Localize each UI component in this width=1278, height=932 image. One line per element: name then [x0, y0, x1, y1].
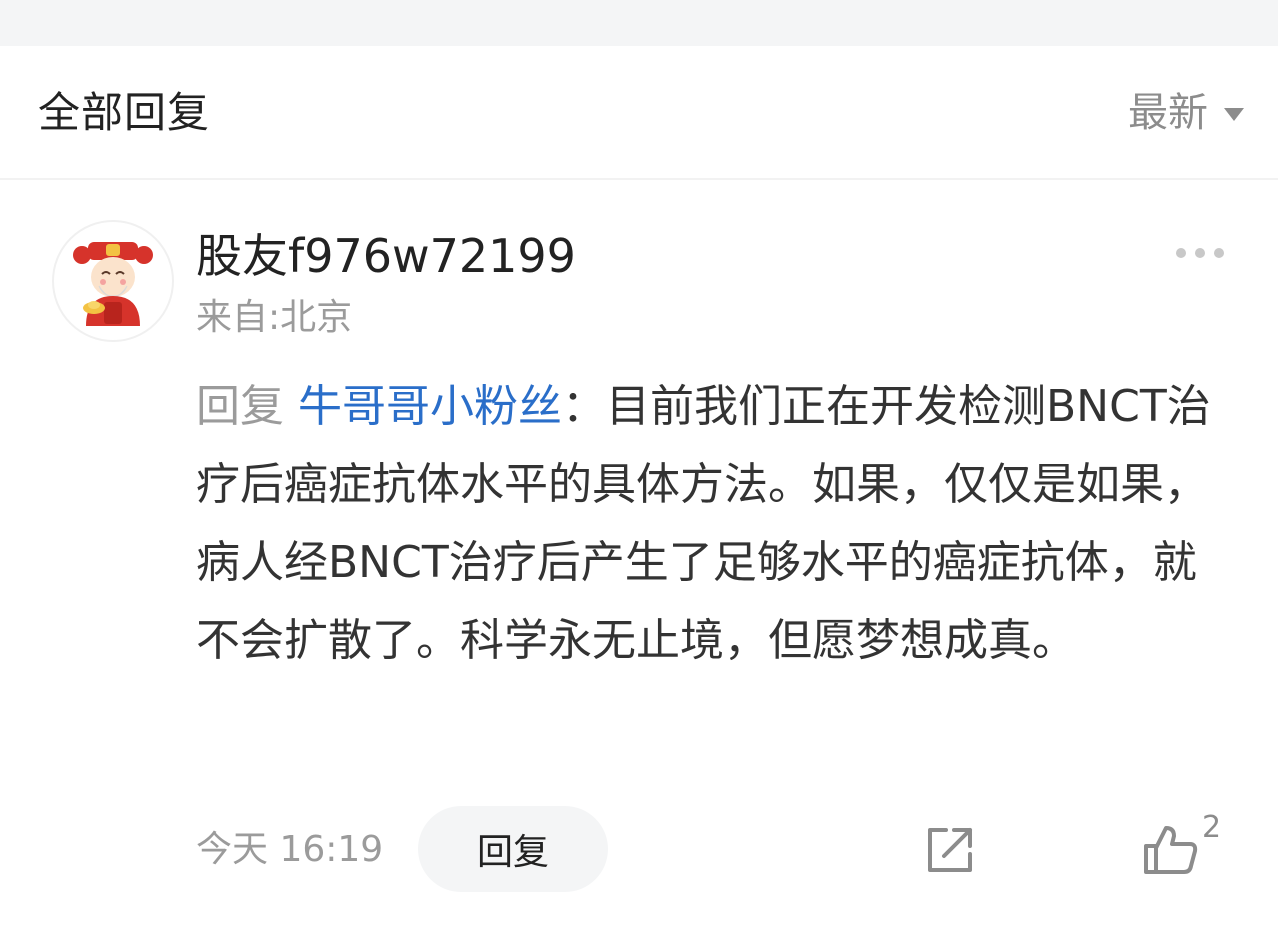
location-label: 来自:北京 — [196, 297, 353, 338]
reply-button[interactable]: 回复 — [418, 806, 608, 892]
reply-separator: ： — [562, 381, 606, 432]
replies-header: 全部回复 最新 — [0, 46, 1278, 180]
reply-prefix: 回复 — [196, 381, 284, 432]
replies-title: 全部回复 — [38, 88, 211, 137]
reply-target-link[interactable]: 牛哥哥小粉丝 — [298, 381, 562, 432]
sort-label: 最新 — [1128, 90, 1208, 136]
more-dots-icon — [1195, 248, 1205, 258]
like-button[interactable]: 2 — [1142, 810, 1232, 882]
top-band — [0, 0, 1278, 46]
avatar[interactable] — [52, 220, 174, 342]
comment-footer: 今天 16:19 回复 2 — [0, 806, 1278, 894]
sort-dropdown[interactable]: 最新 — [1128, 88, 1244, 138]
more-options-button[interactable] — [1172, 244, 1228, 262]
caret-down-icon — [1224, 107, 1244, 121]
thumbs-up-icon — [1144, 826, 1198, 874]
share-icon — [928, 828, 972, 872]
more-dots-icon — [1214, 248, 1224, 258]
share-button[interactable] — [924, 824, 976, 876]
comment-content: 回复 牛哥哥小粉丝：目前我们正在开发检测BNCT治疗后癌症抗体水平的具体方法。如… — [196, 368, 1226, 680]
comment-item: 股友f976w72199 来自:北京 回复 牛哥哥小粉丝：目前我们正在开发检测B… — [0, 180, 1278, 932]
like-count: 2 — [1202, 810, 1222, 845]
timestamp: 今天 16:19 — [196, 829, 384, 870]
avatar-image — [73, 242, 153, 326]
username[interactable]: 股友f976w72199 — [196, 228, 576, 284]
more-dots-icon — [1176, 248, 1186, 258]
